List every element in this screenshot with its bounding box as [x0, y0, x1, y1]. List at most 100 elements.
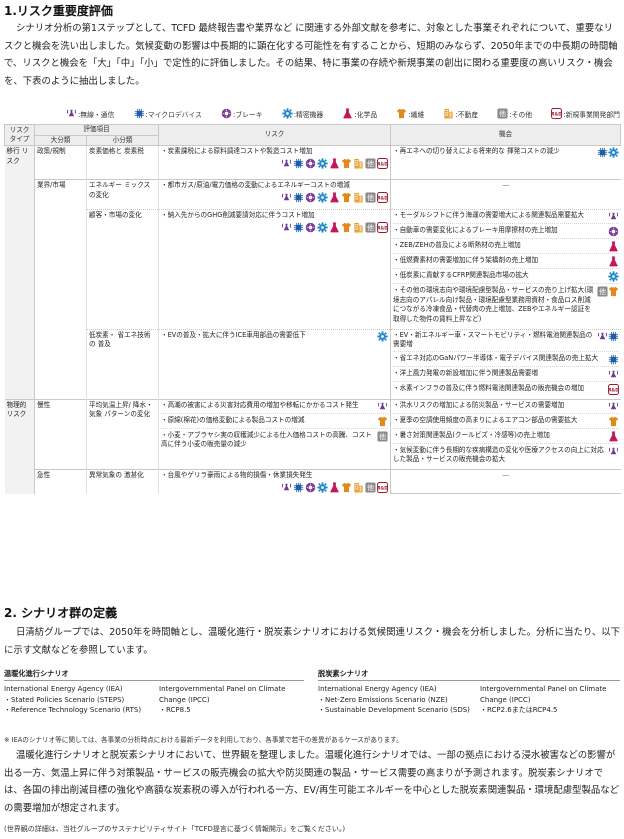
other-icon: 他 — [365, 158, 376, 169]
svg-text:他: 他 — [367, 223, 374, 232]
legend-other: 他:その他 — [497, 108, 532, 119]
risk-opportunity-table: リスク タイプ 評価項目 リスク 機会 大分類 小分類 移行 リスク 政策/規制… — [4, 123, 621, 495]
header-risk-type: リスク タイプ — [4, 123, 35, 147]
wireless-icon — [607, 446, 619, 457]
other-icon: 他 — [497, 108, 508, 119]
wireless-icon — [281, 481, 292, 493]
svg-text:他: 他 — [367, 483, 374, 492]
textile-shirt-icon — [608, 286, 619, 297]
microdevice-icon — [293, 222, 304, 233]
other-icon: 他 — [377, 431, 388, 442]
textile-shirt-icon — [341, 482, 352, 493]
small-category: 低炭素・ 省エネ技術の 普及 — [86, 328, 159, 400]
microdevice-icon — [134, 108, 145, 119]
textile-shirt-icon — [377, 416, 388, 427]
header-opportunity: 機会 — [390, 123, 621, 147]
microdevice-icon — [293, 158, 304, 169]
textile-shirt-icon — [341, 158, 352, 169]
no-opportunity: ― — [502, 470, 510, 479]
scenario-item: ・RCP8.5 — [159, 706, 191, 715]
risk-item: ・台風やゲリラ豪雨による物的損傷・休業損失発生 他 R&D — [161, 470, 388, 493]
scenario-item: ・Net-Zero Emissions Scenario (NZE) — [318, 695, 448, 704]
svg-text:他: 他 — [499, 109, 506, 118]
chemical-flask-icon — [329, 158, 340, 169]
opportunity-item: ・その他の環境志向や環境配慮型製品・サービスの売り上げ拡大(環境志向のアパレル向… — [393, 286, 619, 325]
legend-wireless: :無線・通信 — [66, 108, 114, 119]
large-category: 慢性 — [34, 398, 87, 470]
real-estate-icon — [443, 108, 454, 119]
risk-item: ・小麦・アブラヤシ実の収穫減少による仕入価格コストの高騰、コスト高に伴う小麦の販… — [161, 431, 388, 451]
opportunity-item: ・洪水リスクの増加による防災製品・サービスの需要増加 — [393, 401, 619, 414]
table-row: 移行 リスク 政策/規制 炭素価格と 炭素税 ・炭素課税による原料調達コストや製… — [4, 145, 621, 400]
legend-rnd: R&D:新規事業開発部門 — [551, 108, 620, 119]
small-category: 平均気温上昇/ 降水・気象 パターンの変化 — [86, 398, 159, 470]
chemical-flask-icon — [608, 241, 619, 252]
real-estate-icon — [353, 482, 364, 493]
precision-gear-icon — [607, 147, 619, 158]
opportunity-item: ・再エネへの切り替えによる将来的な 揮発コストの減少 — [393, 147, 619, 159]
small-category: 炭素価格と 炭素税 — [86, 145, 159, 180]
chemical-flask-icon — [329, 192, 340, 203]
microdevice-icon — [293, 482, 304, 493]
rnd-icon: R&D — [607, 383, 619, 395]
ipcc-org: Intergovernmental Panel on Climate Chang… — [480, 685, 607, 704]
svg-text:R&D: R&D — [377, 225, 388, 230]
svg-text:R&D: R&D — [552, 111, 563, 116]
risk-item: ・炭素課税による原料調達コストや製造コスト増加 他 R&D — [161, 147, 388, 169]
chemical-flask-icon — [342, 108, 353, 119]
svg-text:他: 他 — [367, 159, 374, 168]
chemical-flask-icon — [608, 431, 619, 442]
wireless-icon — [281, 222, 292, 233]
scenario-item: ・RCP2.6またはRCP4.5 — [480, 706, 558, 715]
scenario-item: ・Reference Technology Scenario (RTS) — [4, 706, 142, 715]
brake-icon — [608, 226, 619, 237]
table-row: 業界/市場 エネルギー ミックスの変化 ・都市ガス/原油/電力価格の変動によるエ… — [5, 179, 621, 400]
wireless-icon — [281, 192, 292, 203]
other-icon: 他 — [365, 192, 376, 203]
opportunity-item: ・水素インフラの普及に伴う燃料電池関連製品の販売機会の増加 R&D — [393, 384, 619, 396]
textile-shirt-icon — [341, 192, 352, 203]
precision-gear-icon — [607, 271, 619, 282]
large-category: 業界/市場 — [34, 179, 87, 400]
precision-gear-icon — [317, 192, 328, 203]
microdevice-icon — [293, 192, 304, 203]
wireless-icon — [66, 108, 77, 119]
ipcc-org: Intergovernmental Panel on Climate Chang… — [159, 685, 286, 704]
opportunity-item: ・EV・新エネルギー車・スマートモビリティ・燃料電池関連製品の需要増 — [393, 331, 619, 352]
risk-item: ・都市ガス/原油/電力価格の変動によるエネルギーコストの増減 他 R&D — [161, 181, 388, 203]
other-icon: 他 — [365, 481, 376, 493]
chemical-flask-icon — [329, 481, 340, 493]
microdevice-icon — [608, 354, 619, 365]
opportunity-item: ・気候変動に伴う長期的な疾病構造の変化や医療アクセスの向上に対応した製品・サービ… — [393, 446, 619, 466]
rnd-icon: R&D — [377, 191, 388, 203]
wireless-icon — [596, 331, 608, 342]
legend-chemical: :化学品 — [342, 108, 377, 119]
precision-gear-icon — [317, 481, 328, 493]
large-category: 政策/規制 — [34, 145, 87, 180]
scenario-item: ・Stated Policies Scenario (STEPS) — [4, 695, 125, 704]
svg-text:他: 他 — [367, 193, 374, 202]
textile-shirt-icon — [608, 416, 619, 427]
other-icon: 他 — [365, 222, 376, 233]
other-icon: 他 — [596, 286, 608, 297]
wireless-icon — [607, 369, 619, 380]
legend-realestate: :不動産 — [443, 108, 478, 119]
textile-shirt-icon — [396, 108, 407, 119]
no-opportunity: ― — [502, 181, 510, 190]
brake-icon — [305, 192, 316, 203]
brake-icon — [305, 482, 316, 493]
precision-gear-icon — [377, 330, 388, 342]
opportunity-item: ・モーダルシフトに伴う海運の需要増大による関連製品需要拡大 — [393, 211, 619, 225]
table-row: 急性 異常気象の 激甚化 ・台風やゲリラ豪雨による物的損傷・休業損失発生 他 R&… — [5, 468, 621, 495]
footnote: (世界観の詳細は、当社グループのサステナビリティサイト「TCFD提言に基づく情報… — [4, 825, 346, 833]
svg-text:R&D: R&D — [377, 195, 388, 200]
wireless-icon — [607, 401, 619, 412]
section-2-title: 2. シナリオ群の定義 — [4, 606, 118, 620]
opportunity-item: ・洋上風力発電の新設増加に伴う関連製品需要増 — [393, 369, 619, 382]
legend-microdevice: :マイクロデバイス — [134, 108, 202, 119]
chemical-flask-icon — [329, 222, 340, 233]
opportunity-item: ・省エネ対応のGaNパワー半導体・電子デバイス関連製品の売上拡大 — [393, 354, 619, 367]
risk-item: ・原綿(棉花)の価格変動による製品コストの増減 — [161, 416, 388, 429]
header-risk: リスク — [158, 123, 391, 147]
risk-item: ・納入先からのGHG削減要請対応に伴うコスト増加 他 R&D — [161, 211, 388, 233]
